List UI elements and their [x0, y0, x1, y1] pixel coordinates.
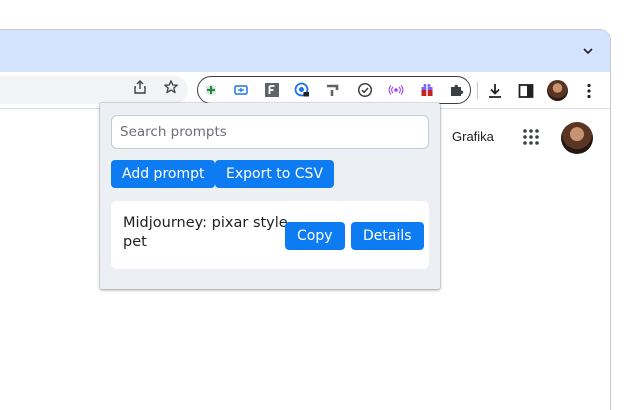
bookmark-star-icon[interactable] — [163, 79, 179, 95]
address-bar[interactable] — [0, 76, 188, 104]
prompt-card: Midjourney: pixar style pet Copy Details — [111, 201, 429, 269]
lock-badge-icon[interactable] — [294, 82, 310, 98]
seven-shape-icon[interactable] — [325, 82, 341, 98]
side-panel-icon[interactable] — [517, 82, 535, 100]
tab-strip — [0, 30, 610, 72]
gem-plus-icon[interactable] — [203, 82, 219, 98]
export-csv-button[interactable]: Export to CSV — [215, 160, 335, 188]
kebab-menu-icon[interactable] — [580, 82, 598, 100]
extensions-pill — [197, 76, 471, 104]
radio-waves-icon[interactable] — [388, 82, 404, 98]
download-icon[interactable] — [486, 82, 504, 100]
chevron-down-icon[interactable] — [580, 43, 596, 59]
tag-icon[interactable] — [233, 82, 249, 98]
check-circle-icon[interactable] — [357, 82, 373, 98]
account-name-link[interactable]: Grafika — [452, 129, 494, 144]
prompts-popup: Add prompt Export to CSV Midjourney: pix… — [100, 103, 440, 289]
details-button[interactable]: Details — [351, 222, 424, 250]
add-prompt-button[interactable]: Add prompt — [111, 160, 216, 188]
share-icon[interactable] — [132, 79, 148, 95]
prompt-title: Midjourney: pixar style pet — [123, 215, 288, 250]
search-prompts-input[interactable] — [111, 115, 429, 149]
puzzle-icon[interactable] — [449, 82, 465, 98]
profile-avatar[interactable] — [547, 80, 568, 101]
account-avatar[interactable] — [561, 122, 593, 154]
apps-grid-icon[interactable] — [522, 128, 540, 146]
toolbar-divider — [477, 82, 478, 99]
gift-box-icon[interactable] — [419, 82, 435, 98]
copy-button[interactable]: Copy — [285, 222, 345, 250]
f-letter-icon[interactable] — [264, 82, 280, 98]
